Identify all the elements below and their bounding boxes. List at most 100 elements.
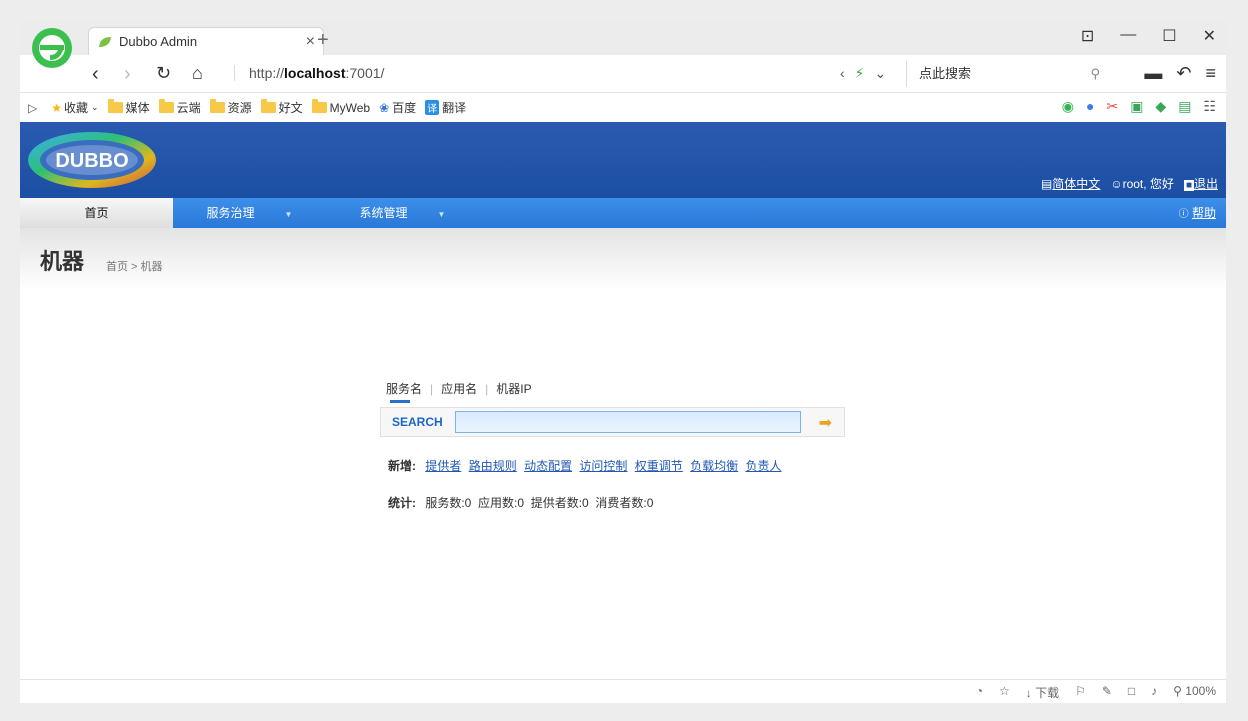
speed-icon[interactable]: ◔	[976, 684, 983, 701]
link-load-balance[interactable]: 负载均衡	[690, 459, 738, 473]
tab-title: Dubbo Admin	[119, 34, 198, 49]
tab-service-name[interactable]: 服务名	[386, 380, 422, 403]
menu-system-label: 系统管理	[359, 206, 408, 220]
folder-icon	[107, 99, 123, 113]
scissors-icon[interactable]: ✂	[1106, 98, 1118, 115]
link-route-rule[interactable]: 路由规则	[469, 459, 517, 473]
document-icon: ▤	[1040, 177, 1053, 191]
back-icon[interactable]: ‹	[92, 63, 99, 86]
link-weight[interactable]: 权重调节	[635, 459, 683, 473]
tab-dubbo-admin[interactable]: Dubbo Admin ×	[88, 27, 324, 55]
menu-icon[interactable]: ≡	[1205, 63, 1216, 84]
browser-logo-icon[interactable]	[30, 26, 74, 70]
help-icon: ⓘ	[1178, 209, 1189, 220]
dropdown-icon[interactable]: ⌄	[875, 65, 887, 82]
favorites-label: 收藏	[64, 101, 89, 115]
arrow-right-icon[interactable]: ➡	[819, 413, 832, 433]
bookmark-translate[interactable]: 译翻译	[425, 99, 466, 116]
folder-label: MyWeb	[329, 100, 371, 115]
menu-home[interactable]: 首页	[20, 198, 173, 228]
screenshot-icon[interactable]: □	[1128, 684, 1135, 701]
bookmark-folder-media[interactable]: 媒体	[107, 99, 150, 116]
game-icon[interactable]: ▤	[1178, 98, 1191, 115]
breadcrumb: 首页 > 机器	[106, 261, 163, 273]
search-input[interactable]	[455, 411, 801, 433]
new-label: 新增:	[388, 459, 416, 473]
download-button[interactable]: ↓ 下载	[1026, 684, 1059, 701]
shield-icon[interactable]: ◆	[1155, 98, 1166, 115]
baidu-paw-icon: ❀	[379, 100, 390, 115]
menu-help[interactable]: ⓘ 帮助	[1179, 198, 1216, 228]
apps-grid-icon[interactable]: ☷	[1203, 98, 1216, 115]
url-prefix: http://	[249, 65, 285, 81]
language-link[interactable]: ▤简体中文	[1041, 175, 1100, 192]
zoom-control[interactable]: ⚲ 100%	[1173, 684, 1216, 701]
pin-icon[interactable]: ☆	[999, 684, 1010, 701]
folder-label: 资源	[227, 101, 252, 115]
caret-down-icon: ▼	[437, 210, 446, 219]
bookmark-baidu[interactable]: ❀ 百度	[379, 99, 416, 116]
link-owner[interactable]: 负责人	[746, 459, 782, 473]
volume-icon[interactable]: ♪	[1151, 684, 1157, 701]
logout-label[interactable]: 退出	[1194, 177, 1218, 191]
tab-machine-ip[interactable]: 机器IP	[496, 380, 531, 397]
refresh-icon[interactable]: ↻	[156, 63, 171, 84]
caret-down-icon: ▼	[284, 210, 293, 219]
dubbo-logo[interactable]: DUBBO	[26, 130, 166, 192]
menu-governance[interactable]: 服务治理 ▼	[173, 198, 326, 228]
star-icon: ★	[51, 100, 62, 115]
search-box[interactable]: 点此搜索 ⚲	[906, 61, 1110, 87]
forward-icon[interactable]: ›	[124, 63, 131, 86]
chevron-down-icon: ⌄	[91, 102, 99, 112]
link-dynamic-config[interactable]: 动态配置	[524, 459, 572, 473]
help-label[interactable]: 帮助	[1192, 206, 1216, 220]
undo-icon[interactable]: ↶	[1176, 63, 1191, 84]
menu-system[interactable]: 系统管理 ▼	[326, 198, 479, 228]
tab-app-name[interactable]: 应用名	[441, 380, 477, 397]
search-icon[interactable]: ⚲	[1090, 61, 1100, 87]
flag-icon[interactable]: ⚐	[1075, 684, 1086, 701]
folder-label: 好文	[278, 101, 303, 115]
extension-green-icon[interactable]: ▣	[1130, 98, 1143, 115]
url-suffix: :7001/	[345, 65, 385, 81]
search-placeholder: 点此搜索	[919, 66, 972, 81]
url-field[interactable]: http://localhost:7001/	[234, 65, 384, 81]
tab-bar: Dubbo Admin × + ⊡ — ☐ ✕	[20, 20, 1226, 68]
blue-circle-icon[interactable]: ●	[1086, 98, 1094, 115]
minimize-icon[interactable]: —	[1120, 26, 1136, 46]
favorites-menu[interactable]: ★ 收藏 ⌄	[51, 99, 98, 116]
maximize-icon[interactable]: ☐	[1162, 26, 1176, 46]
logout-link[interactable]: ■ 退出	[1183, 175, 1218, 192]
battery-icon[interactable]: ▬	[1144, 63, 1162, 84]
home-icon[interactable]: ⌂	[192, 63, 203, 84]
status-bar: ◔ ☆ ↓ 下载 ⚐ ✎ □ ♪ ⚲ 100%	[20, 679, 1226, 703]
bookmark-folder-cloud[interactable]: 云端	[158, 99, 201, 116]
stat-apps: 应用数:0	[478, 496, 525, 510]
language-label[interactable]: 简体中文	[1052, 177, 1100, 191]
new-tab-icon[interactable]: +	[317, 29, 329, 52]
menu-governance-label: 服务治理	[206, 206, 255, 220]
link-provider[interactable]: 提供者	[425, 459, 461, 473]
bookmark-folder-articles[interactable]: 好文	[260, 99, 303, 116]
folder-label: 云端	[176, 101, 201, 115]
bookmark-folder-resources[interactable]: 资源	[209, 99, 252, 116]
green-circle-icon[interactable]: ◉	[1062, 98, 1074, 115]
sidebar-toggle-icon[interactable]: ▷	[28, 101, 37, 115]
search-area: 服务名 | 应用名 | 机器IP SEARCH ➡ 新增: 提供者 路由规则 动…	[380, 380, 850, 511]
tab-close-icon[interactable]: ×	[306, 33, 315, 51]
folder-icon	[311, 99, 327, 113]
lightning-icon[interactable]: ⚡	[855, 65, 865, 82]
tab-separator: |	[430, 381, 434, 396]
user-icon: ☺	[1110, 177, 1123, 191]
link-access-control[interactable]: 访问控制	[579, 459, 627, 473]
window-controls: ⊡ — ☐ ✕	[1081, 26, 1216, 46]
skin-icon[interactable]: ⊡	[1081, 26, 1094, 46]
folder-icon	[260, 99, 276, 113]
bookmark-folder-myweb[interactable]: MyWeb	[311, 99, 371, 115]
share-icon[interactable]: ‹	[840, 65, 845, 82]
url-host: localhost	[284, 65, 346, 81]
user-greeting: root, 您好	[1122, 177, 1174, 191]
close-window-icon[interactable]: ✕	[1203, 26, 1216, 46]
brush-icon[interactable]: ✎	[1102, 684, 1112, 701]
status-tools: ◔ ☆ ↓ 下载 ⚐ ✎ □ ♪ ⚲ 100%	[976, 684, 1216, 701]
